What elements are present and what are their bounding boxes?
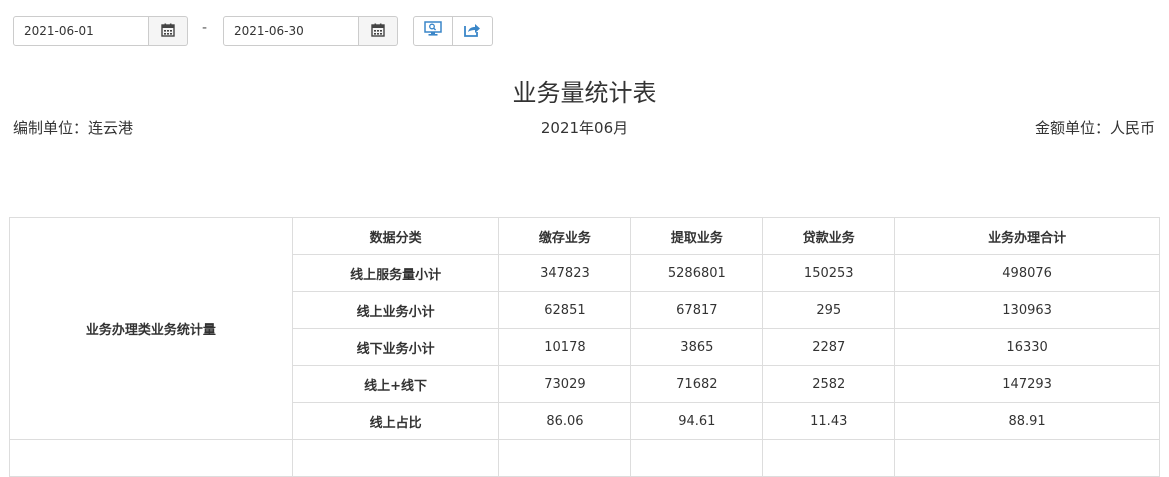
table-cell: 10178: [498, 328, 632, 366]
table-cell: 347823: [498, 254, 632, 292]
calendar-icon: [161, 22, 175, 41]
row-label: 线上+线下: [291, 365, 500, 403]
table-cell: 5286801: [630, 254, 764, 292]
table-cell: [762, 439, 896, 477]
table-cell: [498, 439, 632, 477]
share-export-icon: [464, 22, 481, 41]
table-cell: 62851: [498, 291, 632, 329]
monitor-search-icon: [424, 21, 442, 41]
end-date-input[interactable]: [223, 16, 359, 46]
table-cell: 11.43: [762, 402, 896, 440]
row-label: 线下业务小计: [291, 328, 500, 366]
table-cell: 94.61: [630, 402, 764, 440]
currency-unit-label: 金额单位：人民币: [1034, 119, 1155, 137]
query-button[interactable]: [413, 16, 453, 46]
date-range-separator: -: [202, 20, 208, 36]
table-cell: 2582: [762, 365, 896, 403]
table-cell: [9, 439, 293, 477]
end-date-picker: [223, 16, 398, 46]
table-cell: 16330: [894, 328, 1160, 366]
table-cell: 73029: [498, 365, 632, 403]
table-cell: 67817: [630, 291, 764, 329]
table-cell: [894, 439, 1160, 477]
table-cell: [630, 439, 764, 477]
table-cell: 498076: [894, 254, 1160, 292]
column-header: 提取业务: [630, 217, 764, 255]
export-button[interactable]: [453, 16, 493, 46]
report-title: 业务量统计表: [512, 79, 657, 107]
table-cell: 71682: [630, 365, 764, 403]
table-cell: 147293: [894, 365, 1160, 403]
table-cell: 86.06: [498, 402, 632, 440]
column-header: 数据分类: [291, 217, 500, 255]
statistics-table: 业务办理类业务统计量 数据分类 缴存业务 提取业务 贷款业务 业务办理合计 线上…: [9, 217, 1160, 477]
start-date-picker: [13, 16, 188, 46]
start-date-input[interactable]: [13, 16, 149, 46]
start-date-calendar-button[interactable]: [149, 16, 188, 46]
column-header: 业务办理合计: [894, 217, 1160, 255]
table-cell: 130963: [894, 291, 1160, 329]
table-cell: 295: [762, 291, 896, 329]
table-cell: 88.91: [894, 402, 1160, 440]
table-row: [9, 439, 1160, 477]
table-header-row: 业务办理类业务统计量 数据分类 缴存业务 提取业务 贷款业务 业务办理合计: [9, 217, 1160, 440]
column-header: 贷款业务: [762, 217, 896, 255]
calendar-icon: [371, 22, 385, 41]
row-label: 线上业务小计: [291, 291, 500, 329]
table-cell: 3865: [630, 328, 764, 366]
table-cell: 150253: [762, 254, 896, 292]
group-label-cell: 业务办理类业务统计量: [9, 217, 293, 440]
report-period: 2021年06月: [540, 119, 629, 137]
row-label: 线上服务量小计: [291, 254, 500, 292]
end-date-calendar-button[interactable]: [359, 16, 398, 46]
table-cell: 2287: [762, 328, 896, 366]
row-label: 线上占比: [291, 402, 500, 440]
action-button-group: [413, 16, 493, 46]
table-cell: [291, 439, 500, 477]
column-header: 缴存业务: [498, 217, 632, 255]
